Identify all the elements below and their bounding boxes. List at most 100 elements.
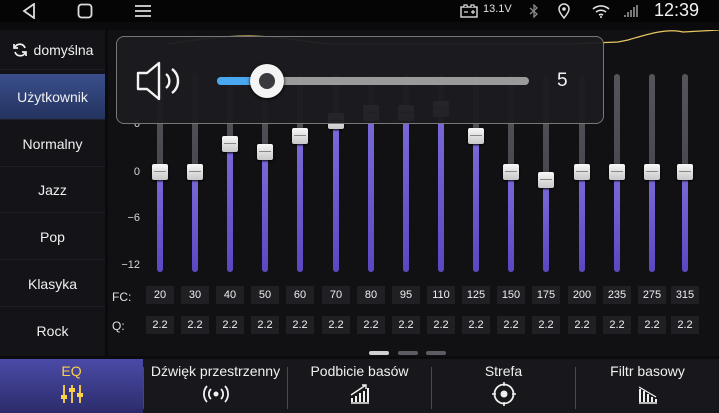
tab-zone[interactable]: Strefa — [432, 359, 575, 413]
preset-classic[interactable]: Klasyka — [0, 261, 105, 307]
fc-value[interactable]: 150 — [497, 286, 525, 304]
back-icon[interactable] — [14, 0, 44, 22]
wifi-icon — [590, 0, 612, 22]
fc-value[interactable]: 40 — [216, 286, 244, 304]
q-value[interactable]: 2.2 — [322, 316, 350, 334]
page-indicator-1[interactable] — [369, 351, 389, 355]
eq-band-fill — [543, 179, 549, 272]
preset-default-label: domyślna — [33, 41, 94, 58]
tab-bass-boost[interactable]: Podbicie basów — [288, 359, 431, 413]
bass-filter-icon — [635, 383, 661, 405]
q-value[interactable]: 2.2 — [427, 316, 455, 334]
refresh-icon — [12, 42, 27, 57]
eq-band-knob[interactable] — [574, 164, 590, 180]
bluetooth-icon — [524, 0, 544, 22]
zone-icon — [491, 382, 517, 406]
q-value[interactable]: 2.2 — [251, 316, 279, 334]
tab-bass-boost-label: Podbicie basów — [310, 363, 409, 379]
eq-band-fill — [579, 172, 585, 272]
eq-band-fill — [438, 108, 444, 272]
preset-sidebar: domyślna Użytkownik Normalny Jazz Pop Kl… — [0, 30, 105, 356]
q-value[interactable]: 2.2 — [671, 316, 699, 334]
fc-value[interactable]: 30 — [181, 286, 209, 304]
q-value[interactable]: 2.2 — [146, 316, 174, 334]
q-value[interactable]: 2.2 — [497, 316, 525, 334]
eq-band-knob[interactable] — [538, 171, 554, 188]
fc-value[interactable]: 235 — [603, 286, 631, 304]
fc-value[interactable]: 95 — [392, 286, 420, 304]
preset-normal[interactable]: Normalny — [0, 121, 105, 167]
q-value[interactable]: 2.2 — [568, 316, 596, 334]
q-row-label: Q: — [112, 319, 125, 333]
q-value[interactable]: 2.2 — [638, 316, 666, 334]
fc-value[interactable]: 275 — [638, 286, 666, 304]
fc-value[interactable]: 70 — [322, 286, 350, 304]
page-indicator-2[interactable] — [398, 351, 418, 355]
fc-value[interactable]: 60 — [286, 286, 314, 304]
signal-icon — [620, 0, 642, 22]
battery-icon — [458, 0, 480, 22]
fc-row-label: FC: — [112, 290, 132, 304]
q-value[interactable]: 2.2 — [181, 316, 209, 334]
preset-default[interactable]: domyślna — [0, 30, 105, 70]
tab-bass-filter-label: Filtr basowy — [610, 363, 685, 379]
fc-value[interactable]: 110 — [427, 286, 455, 304]
eq-band-fill — [297, 136, 303, 272]
volume-slider-knob[interactable] — [249, 64, 284, 98]
q-value[interactable]: 2.2 — [357, 316, 385, 334]
y-tick-0: 0 — [133, 166, 140, 178]
fc-value[interactable]: 125 — [462, 286, 490, 304]
tab-surround-label: Dźwięk przestrzenny — [150, 363, 281, 379]
bass-boost-icon — [347, 383, 373, 405]
eq-band-fill — [649, 172, 655, 272]
surround-icon — [202, 383, 229, 405]
tab-surround[interactable]: Dźwięk przestrzenny — [144, 359, 287, 413]
eq-band-knob[interactable] — [644, 164, 660, 180]
y-tick-minus12: −12 — [121, 259, 140, 271]
eq-band-knob[interactable] — [222, 136, 238, 153]
tab-eq-label: EQ — [61, 363, 82, 379]
fc-value[interactable]: 315 — [671, 286, 699, 304]
bottom-tab-bar: EQ Dźwięk przestrzenny Podbicie basów St… — [0, 359, 719, 413]
eq-band-knob[interactable] — [609, 164, 625, 180]
preset-rock[interactable]: Rock — [0, 308, 105, 354]
eq-band-fill — [227, 144, 233, 272]
eq-band-knob[interactable] — [187, 164, 203, 180]
fc-value[interactable]: 20 — [146, 286, 174, 304]
menu-icon[interactable] — [128, 0, 158, 22]
eq-band-knob[interactable] — [503, 164, 519, 180]
q-value[interactable]: 2.2 — [532, 316, 560, 334]
fc-value[interactable]: 80 — [357, 286, 385, 304]
eq-band-knob[interactable] — [677, 164, 693, 180]
eq-band-fill — [333, 120, 339, 272]
fc-value[interactable]: 200 — [568, 286, 596, 304]
q-value[interactable]: 2.2 — [286, 316, 314, 334]
voltage-readout: 13.1V — [483, 3, 512, 15]
page-indicator-3[interactable] — [426, 351, 446, 355]
q-value[interactable]: 2.2 — [603, 316, 631, 334]
preset-user[interactable]: Użytkownik — [0, 74, 105, 120]
eq-band-fill — [682, 172, 688, 272]
tab-bass-filter[interactable]: Filtr basowy — [576, 359, 719, 413]
q-value[interactable]: 2.2 — [462, 316, 490, 334]
volume-slider-track[interactable] — [217, 64, 529, 98]
eq-band-fill — [614, 172, 620, 272]
eq-band-fill — [473, 136, 479, 272]
q-value[interactable]: 2.2 — [216, 316, 244, 334]
preset-jazz[interactable]: Jazz — [0, 167, 105, 213]
fc-value[interactable]: 50 — [251, 286, 279, 304]
volume-popup: 5 — [116, 36, 604, 124]
eq-band-knob[interactable] — [257, 144, 273, 161]
eq-band-knob[interactable] — [468, 128, 484, 145]
tab-eq[interactable]: EQ — [0, 359, 143, 413]
home-icon[interactable] — [70, 0, 100, 22]
eq-band-fill — [403, 112, 409, 272]
q-value[interactable]: 2.2 — [392, 316, 420, 334]
eq-band-knob[interactable] — [152, 164, 168, 180]
preset-pop[interactable]: Pop — [0, 214, 105, 260]
eq-band-knob[interactable] — [292, 128, 308, 145]
y-tick-minus6: −6 — [127, 212, 140, 224]
speaker-icon — [135, 59, 183, 108]
fc-value[interactable]: 175 — [532, 286, 560, 304]
eq-band-fill — [262, 152, 268, 272]
